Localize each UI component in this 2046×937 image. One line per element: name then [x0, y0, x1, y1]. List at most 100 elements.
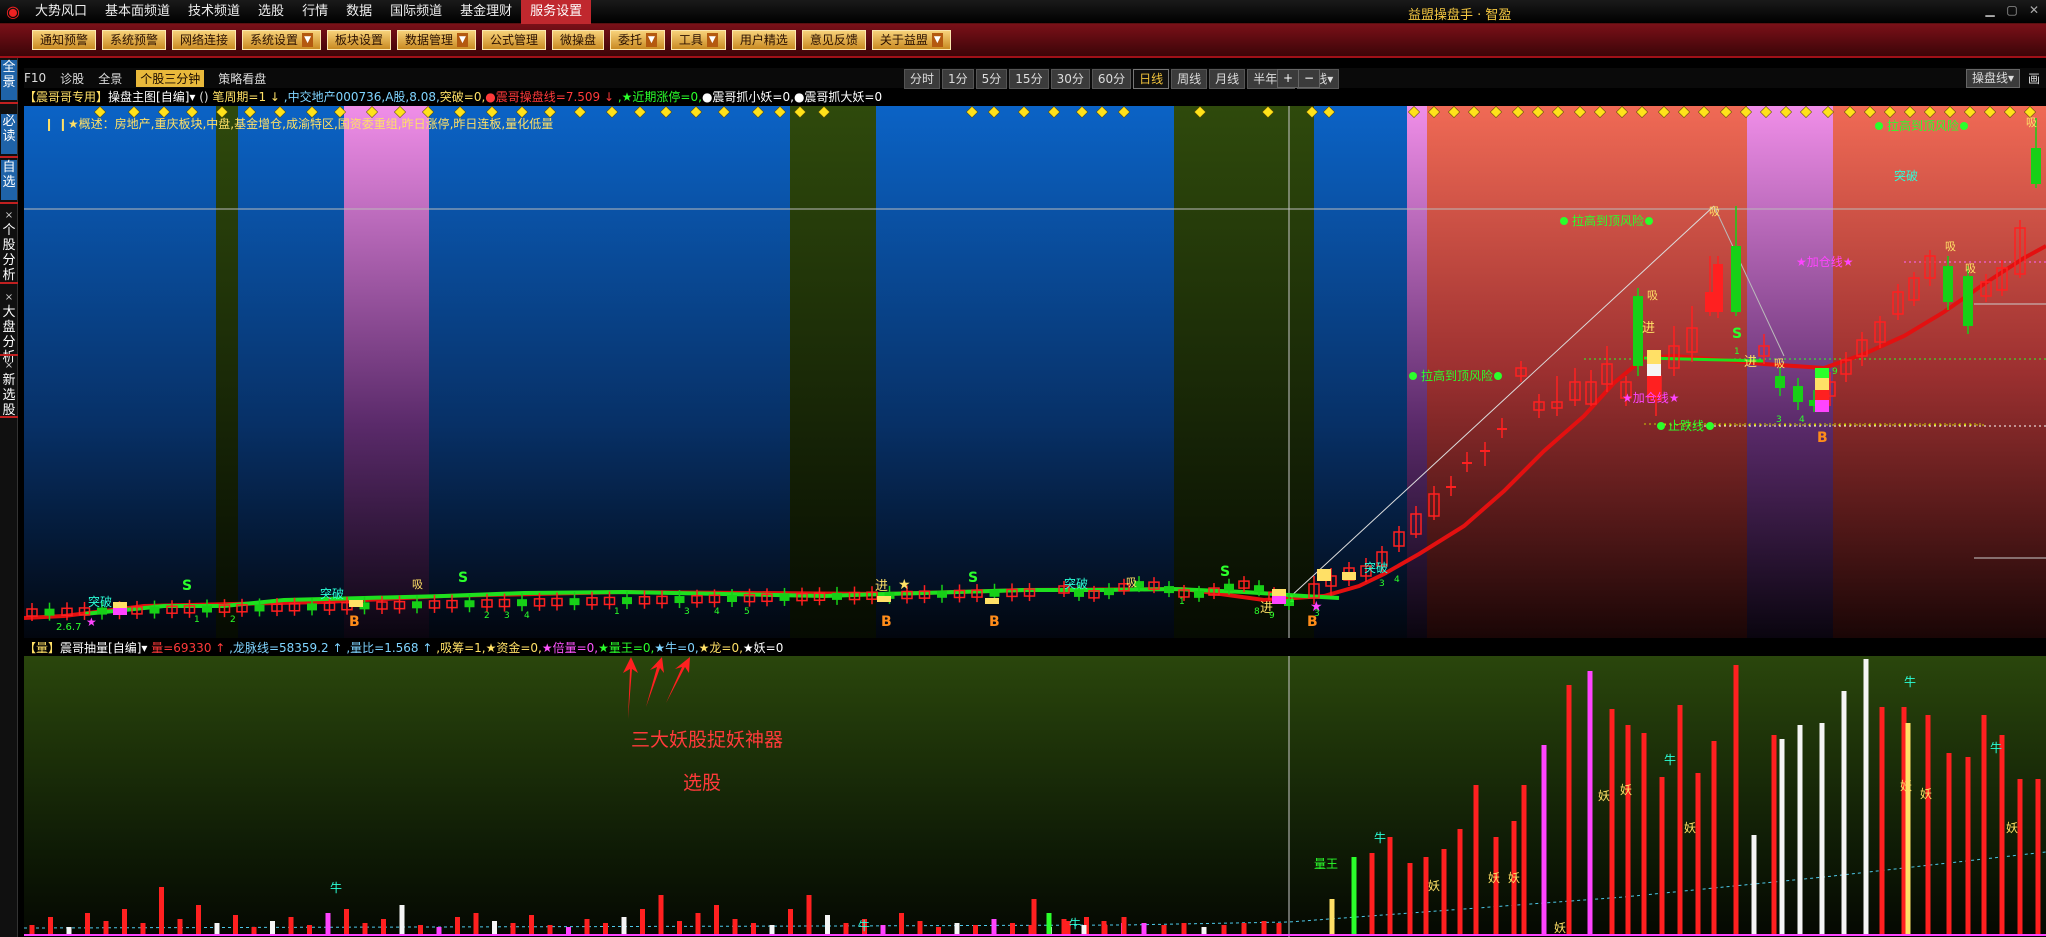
risk-label-3: 拉高到顶风险 — [1875, 118, 1968, 133]
period-tab[interactable]: 5分 — [975, 69, 1008, 89]
toolbar-button[interactable]: 数据管理 ▼ — [397, 30, 476, 50]
toolbar-button[interactable]: 系统设置 ▼ — [242, 30, 321, 50]
signal-block — [1272, 596, 1286, 604]
side-tab[interactable]: × 大盘分析 — [1, 290, 17, 365]
period-tab[interactable]: 分时 — [904, 69, 941, 89]
strip-item[interactable]: F10 — [24, 71, 46, 85]
info-segment: ★量王=0, — [598, 641, 655, 655]
volume-bar — [1407, 863, 1413, 935]
menu-item[interactable]: 技术频道 — [179, 0, 249, 24]
menu-item[interactable]: 服务设置 — [521, 0, 592, 24]
volume-bar — [1473, 785, 1479, 935]
strip-item[interactable]: 诊股 — [60, 70, 84, 87]
enter-label: 进 — [1642, 321, 1655, 336]
toolbar-button[interactable]: 网络连接 — [172, 30, 237, 50]
volume-bar — [1329, 899, 1335, 935]
strip-item[interactable]: 策略看盘 — [218, 70, 266, 87]
toolbar-button-label: 委托 — [617, 33, 642, 47]
menu-item[interactable]: 行情 — [293, 0, 337, 24]
volume-bar — [1566, 685, 1572, 935]
candlestick — [1963, 266, 1973, 334]
menu-item[interactable]: 选股 — [249, 0, 293, 24]
toolbar-button[interactable]: 关于益盟 ▼ — [871, 30, 951, 50]
side-tab[interactable]: 全景 — [1, 60, 17, 100]
volume-bar — [1031, 899, 1037, 935]
volume-bar — [214, 923, 220, 935]
dropdown-arrow-icon[interactable]: ▼ — [645, 33, 657, 47]
toolbar-button[interactable]: 用户精选 — [731, 30, 796, 50]
menu-item[interactable]: 基金理财 — [451, 0, 521, 24]
toolbar-button[interactable]: 公式管理 — [481, 30, 546, 50]
main-kline-chart[interactable]: 拉高到顶风险 拉高到顶风险 拉高到顶风险 止跌线 ★加仓线★ ★加仓线★ 突破 … — [24, 106, 2046, 638]
close-tab-icon[interactable]: × — [1, 358, 17, 373]
maximize-icon[interactable]: ▢ — [2004, 3, 2020, 19]
side-tab[interactable]: × 个股分析 — [1, 208, 17, 283]
toolbar-button[interactable]: 系统预警 — [102, 30, 167, 50]
side-tab[interactable]: 自选 — [1, 160, 17, 200]
volume-bar — [1061, 919, 1067, 935]
period-tab[interactable]: 周线 — [1171, 69, 1208, 89]
toolbar-button[interactable]: 工具 ▼ — [670, 30, 726, 50]
toolbar-button[interactable]: 板块设置 — [326, 30, 391, 50]
enter-label: 进 — [875, 579, 888, 594]
volume-signal-label: 妖 — [1488, 871, 1500, 885]
star-marker: ★ — [898, 577, 911, 593]
zoom-out-button[interactable]: − — [1298, 69, 1321, 88]
toolbar-button[interactable]: 微操盘 — [551, 30, 604, 50]
menu-item[interactable]: 数据 — [337, 0, 381, 24]
toolbar-button[interactable]: 意见反馈 — [801, 30, 866, 50]
absorb-label: 吸 — [412, 578, 423, 591]
strip-item[interactable]: 全景 — [98, 70, 122, 87]
zoom-in-button[interactable]: + — [1277, 69, 1300, 88]
breakout-label: 突破 — [1894, 168, 1918, 183]
signal-block — [1815, 400, 1829, 412]
strip-item[interactable]: 个股三分钟 — [136, 69, 205, 87]
side-tab-label: 全景 — [2, 60, 16, 90]
volume-bar — [1387, 837, 1393, 935]
dropdown-arrow-icon[interactable]: ▼ — [706, 33, 718, 47]
app-logo-icon[interactable]: ◉ — [0, 0, 26, 24]
toolbar-button[interactable]: 委托 ▼ — [609, 30, 665, 50]
side-tab[interactable]: 必读 — [1, 114, 17, 154]
side-tab-label: 个股分析 — [2, 223, 16, 283]
dropdown-arrow-icon[interactable]: ▼ — [457, 33, 468, 47]
close-tab-icon[interactable]: × — [1, 208, 17, 223]
annotation-subtext: 选股 — [683, 772, 722, 794]
volume-signal-label: 妖 — [1684, 821, 1696, 835]
info-segment[interactable]: 操盘主图[自编]▾ — [108, 90, 195, 104]
volume-bar — [954, 923, 960, 935]
period-tab[interactable]: 60分 — [1091, 69, 1132, 89]
breakout-label: 突破 — [320, 586, 344, 601]
minimize-icon[interactable]: ▁ — [1982, 3, 1998, 19]
signal-block — [1647, 350, 1661, 364]
period-tab[interactable]: 30分 — [1050, 69, 1090, 89]
volume-bar — [751, 923, 756, 935]
service-toolbar: 通知预警 系统预警 网络连接 系统设置 ▼ 板块设置 数据管理 ▼ 公式管理 微操盘 委托 ▼ 工具 ▼ 用… — [0, 24, 2046, 58]
volume-bar — [1797, 725, 1803, 935]
close-icon[interactable]: ✕ — [2026, 3, 2042, 19]
sell-marker: S — [1220, 564, 1230, 580]
dropdown-arrow-icon[interactable]: ▼ — [931, 33, 943, 47]
volume-chart[interactable]: 量王牛牛牛牛牛牛 牛妖妖 妖妖 妖妖妖妖妖妖 — [24, 656, 2046, 937]
volume-signal-label: 妖 — [1920, 787, 1932, 801]
toolbar-button-label: 网络连接 — [180, 33, 229, 47]
side-tab-label: 大盘分析 — [2, 305, 16, 365]
volume-bar — [1999, 735, 2005, 935]
toolbar-button-label: 关于益盟 — [879, 33, 928, 47]
cycle-number: 9 — [1832, 367, 1838, 377]
menu-item[interactable]: 国际频道 — [381, 0, 451, 24]
cycle-number: 3 — [1776, 415, 1782, 425]
period-tab[interactable]: 月线 — [1209, 69, 1246, 89]
volume-bar — [1879, 707, 1885, 935]
period-tab[interactable]: 1分 — [942, 69, 974, 89]
dropdown-arrow-icon[interactable]: ▼ — [302, 33, 313, 47]
menu-item[interactable]: 大势风口 — [26, 0, 96, 24]
indicator-selector[interactable]: 操盘线▾ — [1966, 69, 2021, 88]
info-segment[interactable]: 震哥抽量[自编]▾ — [60, 641, 147, 655]
close-tab-icon[interactable]: × — [1, 290, 17, 305]
toolbar-button[interactable]: 通知预警 — [32, 30, 97, 50]
period-tab[interactable]: 15分 — [1009, 69, 1049, 89]
menu-item[interactable]: 基本面频道 — [96, 0, 179, 24]
period-tab[interactable]: 日线 — [1133, 69, 1170, 89]
side-tab[interactable]: × 新选股 — [1, 358, 17, 418]
